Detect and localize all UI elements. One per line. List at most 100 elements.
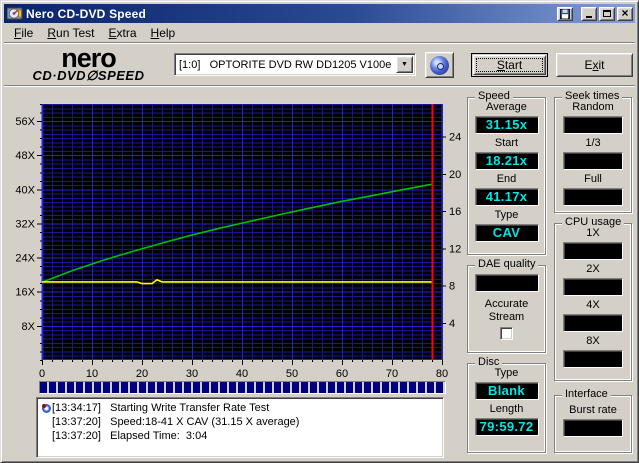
seek-times-group-title: Seek times — [562, 90, 623, 102]
minimize-icon — [586, 15, 592, 18]
log-disc-icon — [40, 403, 52, 413]
seek-one-third-value — [563, 152, 623, 170]
transfer-rate-chart: 8X 16X 24X 32X 40X 48X 56X 4 8 12 16 20 24 0 10 20 30 40 5… — [15, 103, 461, 380]
speed-group: Speed Average 31.15x Start 18.21x End 41… — [467, 90, 546, 255]
menu-extra[interactable]: Extra — [102, 24, 144, 42]
log-entry: [13:37:20] Elapsed Time: 3:04 — [40, 429, 441, 443]
drive-select-dropdown-button[interactable]: ▼ — [396, 56, 413, 73]
dae-quality-value — [474, 274, 539, 292]
menu-run-test[interactable]: Run Test — [40, 24, 101, 42]
y-left-tick-label: 56X — [15, 116, 35, 128]
seek-times-group: Seek times Random 1/3 Full — [554, 90, 632, 213]
maximize-icon — [603, 10, 611, 17]
cpu-4x-value — [563, 314, 623, 332]
speed-end-label: End — [496, 173, 517, 185]
log-timestamp: [13:37:20] — [52, 430, 101, 442]
cpu-1x-label: 1X — [586, 227, 600, 239]
x-tick-label: 30 — [186, 368, 198, 380]
disc-length-label: Length — [489, 403, 524, 415]
cd-dvd-speed-logo-text: CD·DVD∅SPEED — [32, 68, 145, 83]
cpu-usage-group-title: CPU usage — [562, 216, 625, 228]
test-progress-bar — [39, 381, 446, 394]
x-tick-label: 50 — [286, 368, 298, 380]
y-left-tick-label: 8X — [22, 321, 36, 333]
exit-button[interactable]: Exit — [556, 53, 633, 77]
accurate-stream-label-line1: Accurate — [484, 298, 529, 310]
disc-group: Disc Type Blank Length 79:59.72 — [467, 356, 546, 453]
cpu-1x-value — [563, 242, 623, 260]
log-message: Elapsed Time: 3:04 — [100, 430, 208, 442]
progress-fill — [40, 382, 445, 393]
log-message: Speed:18-41 X CAV (31.15 X average) — [100, 416, 300, 428]
speed-type-value: CAV — [474, 224, 539, 242]
dae-quality-group: DAE quality Accurate Stream — [467, 258, 546, 353]
chevron-down-icon: ▼ — [401, 61, 408, 68]
nero-logo: nero CD·DVD∅SPEED — [16, 45, 161, 83]
seek-full-value — [563, 188, 623, 206]
y-right-tick-label: 16 — [449, 206, 461, 218]
speed-average-label: Average — [486, 101, 527, 113]
disc-info-button[interactable] — [425, 52, 454, 78]
x-tick-label: 60 — [336, 368, 348, 380]
start-button[interactable]: Start — [471, 53, 548, 77]
burst-rate-value — [563, 419, 623, 437]
x-tick-label: 80 — [436, 368, 448, 380]
y-left-tick-label: 40X — [15, 184, 35, 196]
speed-group-title: Speed — [475, 90, 513, 102]
disc-type-value: Blank — [474, 382, 539, 400]
y-left-tick-label: 48X — [15, 150, 35, 162]
drive-select[interactable]: [1:0] OPTORITE DVD RW DD1205 V100e ▼ — [174, 53, 416, 76]
cpu-2x-value — [563, 278, 623, 296]
disc-type-label: Type — [494, 367, 519, 379]
speed-type-label: Type — [494, 209, 519, 221]
y-left-tick-label: 16X — [15, 287, 35, 299]
y-right-tick-label: 12 — [449, 243, 461, 255]
exit-button-label: Exit — [584, 58, 605, 72]
floppy-icon — [560, 8, 570, 19]
accurate-stream-label-line2: Stream — [488, 311, 525, 323]
save-icon-button[interactable] — [557, 6, 573, 21]
cpu-2x-label: 2X — [586, 263, 600, 275]
drive-select-value: [1:0] OPTORITE DVD RW DD1205 V100e — [179, 58, 392, 71]
interface-group: Interface Burst rate — [554, 388, 632, 453]
seek-random-value — [563, 116, 623, 134]
speed-average-value: 31.15x — [474, 116, 539, 134]
x-tick-label: 0 — [39, 368, 45, 380]
log-message: Starting Write Transfer Rate Test — [100, 402, 270, 414]
seek-full-label: Full — [584, 173, 602, 185]
start-button-label: Start — [496, 58, 523, 72]
menu-bar: File Run Test Extra Help — [4, 23, 635, 43]
maximize-button[interactable] — [599, 6, 615, 21]
log-box[interactable]: [13:34:17] Starting Write Transfer Rate … — [36, 397, 444, 458]
disc-length-value: 79:59.72 — [474, 418, 539, 436]
log-entry: [13:34:17] Starting Write Transfer Rate … — [40, 401, 441, 415]
cpu-8x-value — [563, 350, 623, 368]
y-left-tick-label: 24X — [15, 253, 35, 265]
minimize-button[interactable] — [581, 6, 597, 21]
speed-start-value: 18.21x — [474, 152, 539, 170]
x-tick-label: 20 — [136, 368, 148, 380]
burst-rate-label: Burst rate — [569, 404, 617, 416]
x-tick-label: 40 — [236, 368, 248, 380]
disc-group-title: Disc — [475, 356, 503, 368]
menu-help[interactable]: Help — [144, 24, 183, 42]
title-bar[interactable]: Nero CD-DVD Speed × — [4, 4, 635, 23]
log-entry: [13:37:20] Speed:18-41 X CAV (31.15 X av… — [40, 415, 441, 429]
log-timestamp: [13:37:20] — [52, 416, 101, 428]
close-icon: × — [621, 5, 629, 20]
cpu-usage-group: CPU usage 1X 2X 4X 8X — [554, 216, 632, 381]
cpu-8x-label: 8X — [586, 335, 600, 347]
y-right-tick-label: 20 — [449, 169, 461, 181]
menu-file[interactable]: File — [7, 24, 40, 42]
close-button[interactable]: × — [617, 5, 633, 21]
window-title: Nero CD-DVD Speed — [26, 6, 147, 21]
accurate-stream-checkbox[interactable] — [500, 327, 513, 340]
speed-start-label: Start — [494, 137, 519, 149]
y-right-tick-label: 24 — [449, 132, 461, 144]
log-timestamp: [13:34:17] — [52, 402, 101, 414]
y-left-tick-label: 32X — [15, 218, 35, 230]
x-tick-label: 70 — [386, 368, 398, 380]
cpu-4x-label: 4X — [586, 299, 600, 311]
interface-group-title: Interface — [562, 388, 611, 400]
y-right-tick-label: 4 — [449, 318, 455, 330]
